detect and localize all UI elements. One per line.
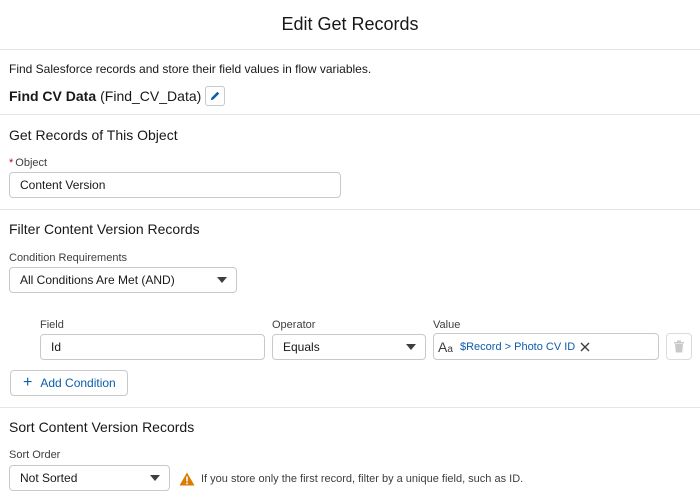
modal-header: Edit Get Records	[0, 0, 700, 50]
sort-order-select[interactable]: Not Sorted	[9, 465, 170, 491]
element-description: Find Salesforce records and store their …	[9, 62, 372, 76]
chevron-down-icon	[217, 277, 227, 283]
object-input-value: Content Version	[20, 178, 106, 192]
text-type-icon: Aa	[438, 338, 453, 355]
pencil-icon	[211, 91, 220, 100]
trash-icon	[674, 340, 684, 353]
value-pill[interactable]: $Record > Photo CV ID	[460, 341, 591, 353]
field-column-label: Field	[40, 319, 64, 331]
add-condition-label: Add Condition	[40, 376, 116, 390]
condition-requirements-select[interactable]: All Conditions Are Met (AND)	[9, 267, 237, 293]
value-pill-label: $Record > Photo CV ID	[460, 340, 576, 353]
filter-field-value: Id	[51, 340, 62, 354]
divider	[0, 407, 700, 408]
filter-operator-select[interactable]: Equals	[272, 334, 426, 360]
chevron-down-icon	[150, 475, 160, 481]
sort-order-label: Sort Order	[9, 449, 61, 461]
object-input[interactable]: Content Version	[9, 172, 341, 198]
value-column-label: Value	[433, 319, 461, 331]
edit-label-button[interactable]	[205, 86, 226, 106]
filter-field-input[interactable]: Id	[40, 334, 265, 360]
object-label-text: Object	[15, 157, 48, 169]
required-marker: *	[9, 157, 14, 169]
chevron-down-icon	[406, 344, 416, 350]
filter-section-title: Filter Content Version Records	[9, 221, 200, 237]
sort-warning-text: If you store only the first record, filt…	[201, 473, 524, 485]
object-field-label: * Object	[9, 157, 47, 169]
sort-order-value: Not Sorted	[20, 471, 78, 485]
element-api-name: (Find_CV_Data)	[100, 88, 202, 104]
delete-condition-button[interactable]	[666, 333, 692, 360]
sort-warning: If you store only the first record, filt…	[179, 472, 523, 486]
divider	[0, 209, 700, 210]
close-icon[interactable]	[579, 341, 591, 353]
modal-title: Edit Get Records	[281, 14, 419, 34]
sort-section-title: Sort Content Version Records	[9, 419, 195, 435]
element-label: Find CV Data	[9, 88, 97, 104]
plus-icon: +	[23, 374, 33, 391]
filter-operator-value: Equals	[283, 340, 320, 354]
add-condition-button[interactable]: + Add Condition	[10, 370, 128, 396]
condition-requirements-label: Condition Requirements	[9, 252, 128, 264]
filter-value-input[interactable]: Aa $Record > Photo CV ID	[433, 333, 659, 360]
operator-column-label: Operator	[272, 319, 316, 331]
divider	[0, 114, 700, 115]
warning-icon	[179, 472, 195, 486]
element-label-row: Find CV Data (Find_CV_Data)	[9, 86, 226, 106]
condition-requirements-value: All Conditions Are Met (AND)	[20, 273, 175, 287]
object-section-title: Get Records of This Object	[9, 127, 178, 143]
